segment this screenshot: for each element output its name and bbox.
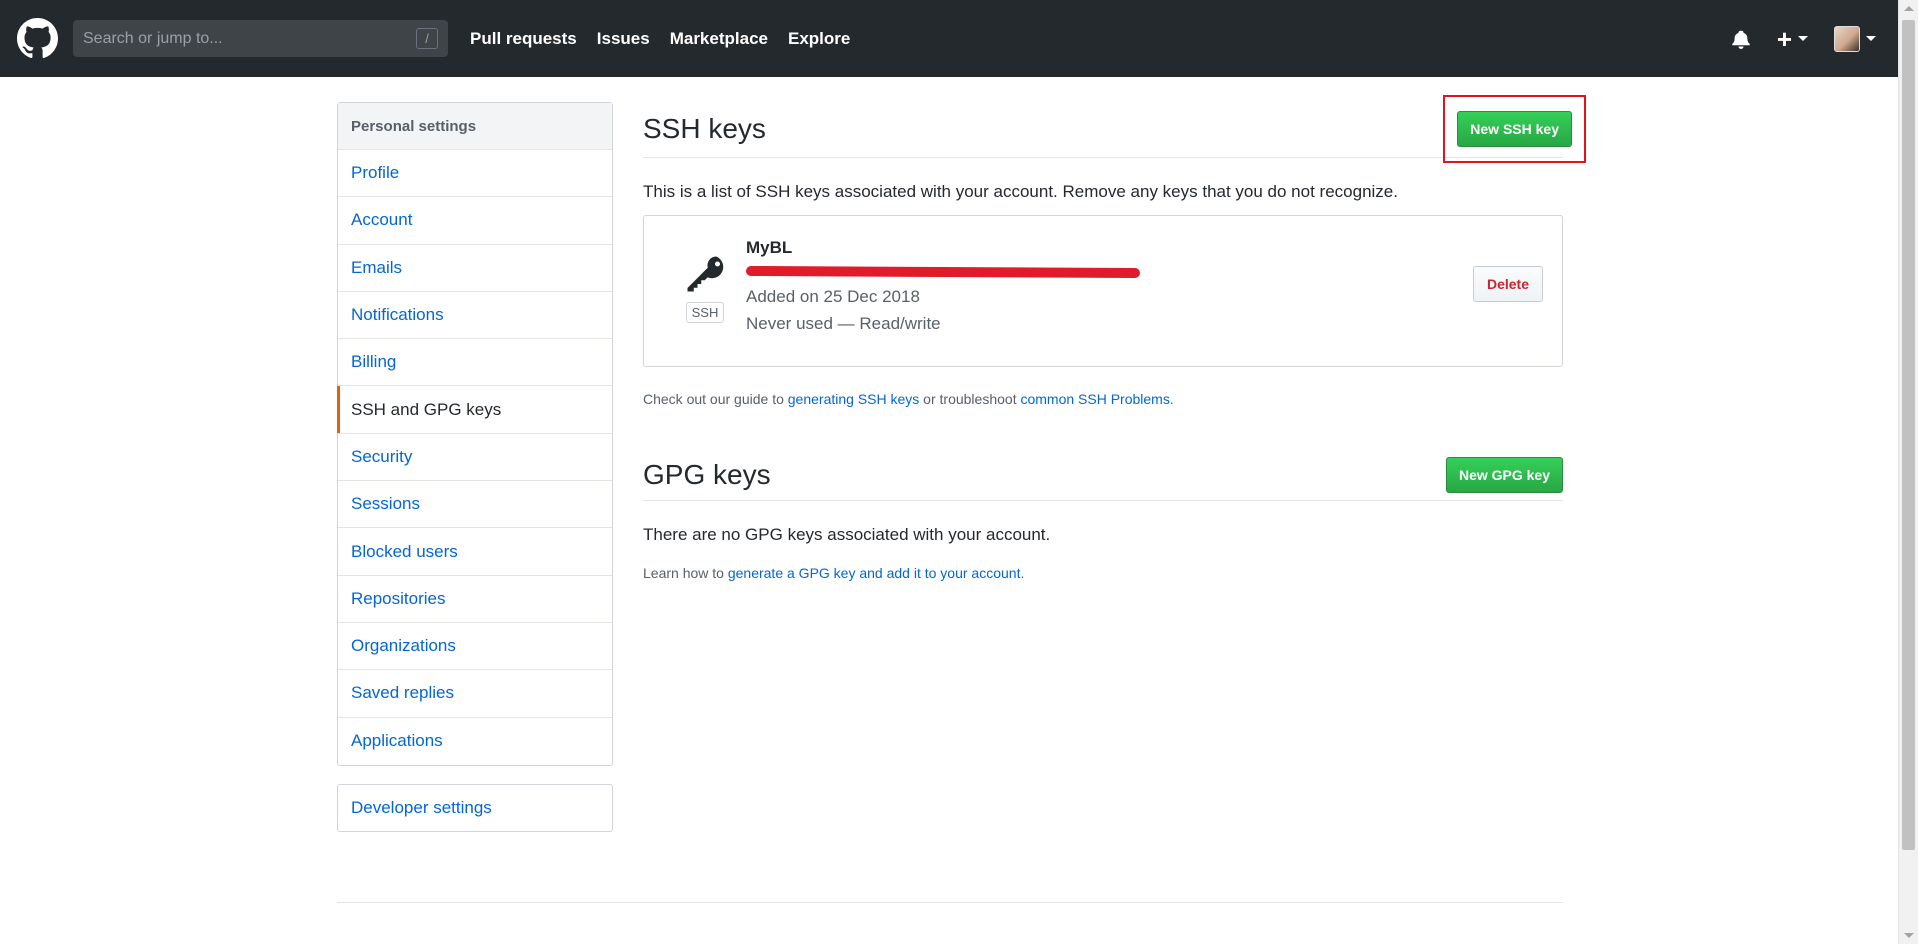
ssh-key-added-date: Added on 25 Dec 2018 bbox=[746, 287, 920, 306]
annotation-highlight-box: New SSH key bbox=[1443, 94, 1586, 163]
ssh-help-suffix: . bbox=[1169, 391, 1174, 407]
ssh-key-usage: Never used — Read/write bbox=[746, 314, 941, 333]
ssh-key-title: MyBL bbox=[746, 238, 793, 257]
search-box: / bbox=[73, 20, 448, 57]
sidebar-item-repositories[interactable]: Repositories bbox=[338, 576, 612, 623]
main-content: SSH keys New SSH key This is a list of S… bbox=[643, 94, 1586, 581]
sidebar-item-sessions[interactable]: Sessions bbox=[338, 481, 612, 529]
nav-issues[interactable]: Issues bbox=[597, 29, 650, 49]
header-actions: + bbox=[1731, 0, 1876, 77]
chevron-down-icon bbox=[1798, 36, 1808, 41]
nav-marketplace[interactable]: Marketplace bbox=[670, 29, 768, 49]
sidebar-item-account[interactable]: Account bbox=[338, 197, 612, 245]
sidebar-item-security[interactable]: Security bbox=[338, 434, 612, 482]
scroll-down-arrow-icon[interactable] bbox=[1904, 933, 1914, 938]
common-ssh-problems-link[interactable]: common SSH Problems bbox=[1020, 391, 1169, 407]
sidebar-heading: Personal settings bbox=[338, 103, 612, 150]
bell-icon[interactable] bbox=[1731, 29, 1751, 49]
sidebar-item-profile[interactable]: Profile bbox=[338, 150, 612, 198]
page-scrollbar[interactable] bbox=[1898, 0, 1918, 944]
scroll-up-arrow-icon[interactable] bbox=[1904, 6, 1914, 11]
sidebar-item-blocked-users[interactable]: Blocked users bbox=[338, 528, 612, 576]
ssh-key-info: MyBL Added on 25 Dec 2018 Never used — R… bbox=[745, 238, 1141, 337]
delete-ssh-key-button[interactable]: Delete bbox=[1472, 266, 1543, 302]
sidebar-item-emails[interactable]: Emails bbox=[338, 245, 612, 292]
create-new-dropdown[interactable]: + bbox=[1777, 26, 1808, 52]
footer-divider bbox=[337, 902, 1563, 903]
gpg-learn-text: Learn how to generate a GPG key and add … bbox=[643, 565, 1563, 581]
gpg-keys-heading: GPG keys bbox=[643, 458, 771, 490]
avatar bbox=[1834, 25, 1860, 52]
sidebar-item-billing[interactable]: Billing bbox=[338, 339, 612, 387]
gpg-keys-subhead: GPG keys New GPG key bbox=[643, 449, 1563, 501]
generating-ssh-keys-link[interactable]: generating SSH keys bbox=[788, 391, 920, 407]
key-icon-column: SSH bbox=[685, 254, 725, 323]
ssh-help-text: Check out our guide to generating SSH ke… bbox=[643, 391, 1563, 407]
ssh-keys-subhead: SSH keys New SSH key bbox=[643, 94, 1586, 163]
developer-settings-link[interactable]: Developer settings bbox=[337, 784, 613, 832]
github-logo-icon[interactable] bbox=[17, 18, 58, 59]
new-ssh-key-button[interactable]: New SSH key bbox=[1457, 110, 1572, 147]
ssh-help-middle: or troubleshoot bbox=[919, 391, 1021, 407]
sidebar-item-applications[interactable]: Applications bbox=[338, 718, 612, 765]
sidebar-item-notifications[interactable]: Notifications bbox=[338, 292, 612, 340]
ssh-key-list-item: SSH MyBL Added on 25 Dec 2018 Never used… bbox=[643, 215, 1563, 367]
search-shortcut-hint: / bbox=[416, 28, 438, 49]
ssh-key-meta: Added on 25 Dec 2018 Never used — Read/w… bbox=[746, 283, 1140, 337]
ssh-keys-heading: SSH keys bbox=[643, 112, 766, 144]
generate-gpg-key-link[interactable]: generate a GPG key and add it to your ac… bbox=[728, 565, 1021, 581]
scrollbar-thumb[interactable] bbox=[1902, 20, 1915, 850]
settings-sidebar: Personal settings Profile Account Emails… bbox=[337, 102, 613, 766]
nav-pull-requests[interactable]: Pull requests bbox=[470, 29, 577, 49]
gpg-empty-message: There are no GPG keys associated with yo… bbox=[643, 525, 1051, 544]
sidebar-item-saved-replies[interactable]: Saved replies bbox=[338, 670, 612, 718]
ssh-type-label: SSH bbox=[685, 302, 725, 323]
global-header: / Pull requests Issues Marketplace Explo… bbox=[0, 0, 1898, 77]
ssh-keys-intro: This is a list of SSH keys associated wi… bbox=[643, 182, 1398, 201]
ssh-help-prefix: Check out our guide to bbox=[643, 391, 788, 407]
gpg-learn-suffix: . bbox=[1020, 565, 1025, 581]
new-gpg-key-button[interactable]: New GPG key bbox=[1445, 456, 1563, 493]
sidebar-item-ssh-gpg-keys[interactable]: SSH and GPG keys bbox=[337, 386, 612, 434]
user-menu-dropdown[interactable] bbox=[1834, 25, 1876, 52]
search-input[interactable] bbox=[83, 29, 403, 48]
nav-explore[interactable]: Explore bbox=[788, 29, 850, 49]
gpg-keys-section: GPG keys New GPG key There are no GPG ke… bbox=[643, 449, 1563, 581]
redacted-fingerprint-mark bbox=[745, 265, 1141, 279]
sidebar-item-organizations[interactable]: Organizations bbox=[338, 623, 612, 671]
gpg-learn-prefix: Learn how to bbox=[643, 565, 728, 581]
key-icon bbox=[687, 256, 724, 292]
plus-icon: + bbox=[1776, 23, 1792, 54]
chevron-down-icon bbox=[1866, 36, 1876, 41]
header-nav: Pull requests Issues Marketplace Explore bbox=[470, 29, 870, 49]
